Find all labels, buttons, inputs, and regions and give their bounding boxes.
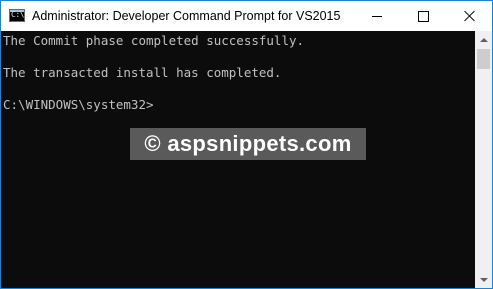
- close-button[interactable]: [446, 1, 492, 31]
- window-title: Administrator: Developer Command Prompt …: [32, 9, 341, 23]
- console-window: C:\. Administrator: Developer Command Pr…: [0, 0, 493, 289]
- minimize-button[interactable]: [354, 1, 400, 31]
- scroll-thumb[interactable]: [477, 49, 490, 69]
- scroll-up-button[interactable]: [475, 31, 492, 48]
- console-output[interactable]: The Commit phase completed successfully.…: [1, 31, 475, 288]
- arrow-down-icon: [479, 277, 488, 282]
- watermark: © aspsnippets.com: [130, 128, 366, 160]
- maximize-icon: [417, 10, 429, 22]
- title-bar[interactable]: C:\. Administrator: Developer Command Pr…: [1, 1, 492, 31]
- minimize-icon: [372, 15, 382, 17]
- scroll-down-button[interactable]: [475, 271, 492, 288]
- cmd-icon-glyph: C:\.: [11, 10, 29, 19]
- console-line: The transacted install has completed.: [3, 65, 282, 80]
- console-line: The Commit phase completed successfully.: [3, 33, 305, 48]
- cmd-icon[interactable]: C:\.: [9, 9, 29, 22]
- close-icon: [463, 10, 475, 22]
- console-prompt: C:\WINDOWS\system32>: [3, 97, 154, 112]
- maximize-button[interactable]: [400, 1, 446, 31]
- arrow-up-icon: [479, 37, 488, 42]
- watermark-text: © aspsnippets.com: [144, 131, 352, 156]
- vertical-scrollbar[interactable]: [475, 31, 492, 288]
